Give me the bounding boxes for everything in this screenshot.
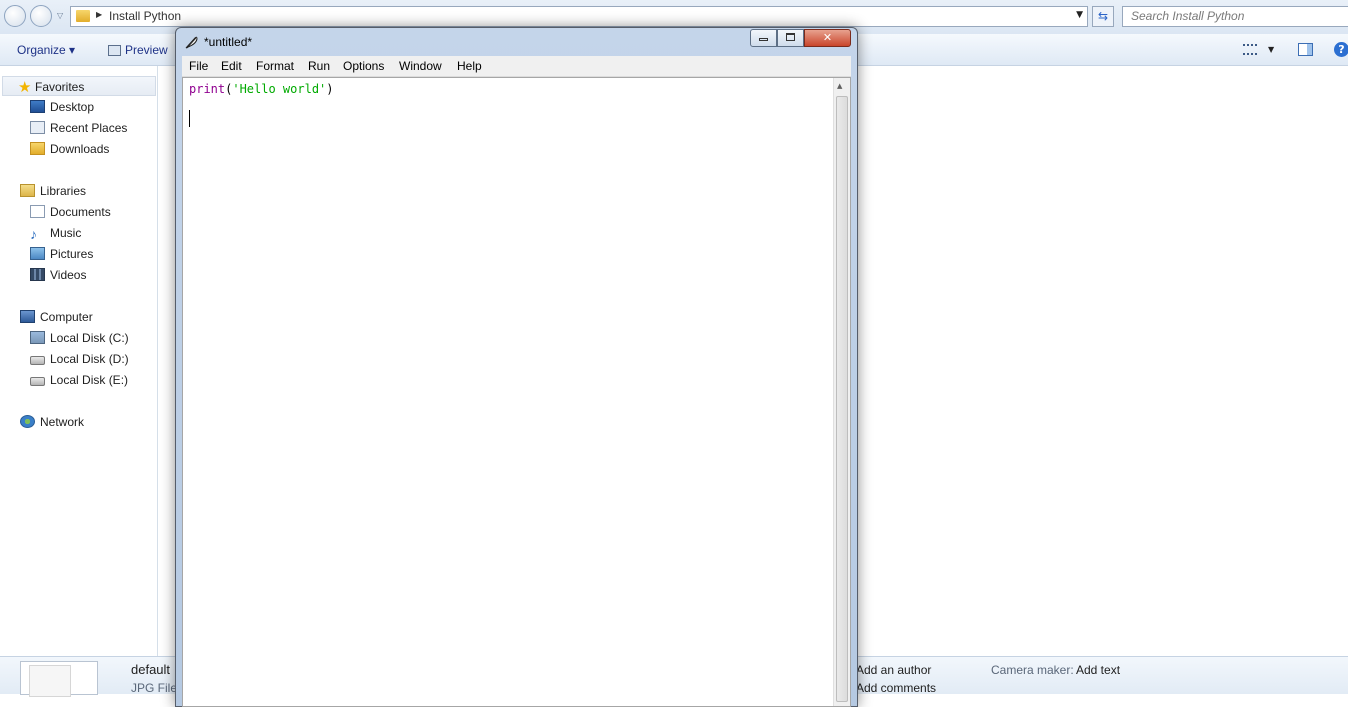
menu-options[interactable]: Options [343,59,384,73]
nav-disk-d[interactable]: Local Disk (D:) [30,352,129,366]
breadcrumb-arrow-icon[interactable]: ▶ [96,10,102,19]
nav-label: Music [50,226,82,240]
nav-disk-c[interactable]: Local Disk (C:) [30,331,129,345]
nav-recent-places[interactable]: Recent Places [30,121,127,135]
minimize-button[interactable] [750,29,777,47]
close-icon: ✕ [822,31,833,44]
preview-button[interactable]: Preview [108,43,168,57]
view-dropdown-icon[interactable]: ▼ [1268,45,1274,54]
nav-libraries[interactable]: Libraries [20,184,86,198]
back-button[interactable] [4,5,26,27]
details-author-field[interactable]: Add an author [856,663,931,677]
nav-label: Downloads [50,142,110,156]
details-camera-maker-field[interactable]: Add text [1076,663,1120,677]
idle-editor-window: *untitled* ✕ File Edit Format Run Option… [175,27,858,707]
code-line-1[interactable]: print('Hello world') [189,82,334,96]
nav-label: Local Disk (E:) [50,373,129,387]
close-button[interactable]: ✕ [804,29,851,47]
libraries-icon [20,184,35,197]
organize-label: Organize [17,43,66,57]
menu-edit[interactable]: Edit [221,59,242,73]
nav-computer[interactable]: Computer [20,310,93,324]
downloads-folder-icon [30,142,45,155]
code-close-paren: ) [326,82,334,96]
menu-help[interactable]: Help [457,59,482,73]
pictures-icon [30,247,45,260]
nav-label: Recent Places [50,121,128,135]
nav-label: Libraries [40,184,87,198]
menu-format[interactable]: Format [256,59,294,73]
nav-label: Favorites [35,80,85,94]
forward-button[interactable] [30,5,52,27]
details-comments-field[interactable]: Add comments [856,681,936,695]
recent-places-icon [30,121,45,134]
menu-run[interactable]: Run [308,59,330,73]
disk-icon [30,377,45,386]
vertical-scrollbar[interactable]: ▲ [833,78,850,706]
videos-icon [30,268,45,281]
nav-documents[interactable]: Documents [30,205,111,219]
maximize-icon [786,33,795,41]
idle-feather-icon [185,36,198,49]
desktop-icon [30,100,45,113]
nav-downloads[interactable]: Downloads [30,142,109,156]
menu-file[interactable]: File [189,59,208,73]
preview-pane-icon[interactable] [1298,43,1313,56]
nav-label: Local Disk (C:) [50,331,129,345]
navigation-pane: ★ Favorites Desktop Recent Places Downloa… [0,66,158,656]
nav-disk-e[interactable]: Local Disk (E:) [30,373,128,387]
documents-icon [30,205,45,218]
disk-icon [30,356,45,365]
scrollbar-thumb[interactable] [836,96,848,702]
organize-button[interactable]: Organize ▾ [17,43,75,57]
menu-window[interactable]: Window [399,59,442,73]
nav-label: Network [40,415,85,429]
star-icon: ★ [18,79,32,96]
scroll-up-icon[interactable]: ▲ [837,82,842,90]
nav-label: Videos [50,268,87,282]
window-title: *untitled* [204,35,253,49]
nav-music[interactable]: ♪ Music [30,226,82,242]
nav-label: Documents [50,205,111,219]
address-dropdown-icon[interactable]: ▼ [1076,10,1083,20]
code-editor[interactable]: print('Hello world') ▲ [182,77,851,707]
nav-network[interactable]: Network [20,415,84,429]
details-camera-maker-label: Camera maker: [991,663,1074,677]
system-disk-icon [30,331,45,344]
network-icon [20,415,35,428]
nav-videos[interactable]: Videos [30,268,86,282]
nav-label: Pictures [50,247,94,261]
menu-bar: File Edit Format Run Options Window Help [182,56,851,77]
minimize-icon [759,38,768,41]
nav-pictures[interactable]: Pictures [30,247,93,261]
nav-label: Computer [40,310,93,324]
nav-desktop[interactable]: Desktop [30,100,94,114]
computer-icon [20,310,35,323]
search-input[interactable]: Search Install Python [1122,6,1348,27]
music-note-icon: ♪ [30,226,37,242]
preview-icon [108,45,121,56]
nav-label: Desktop [50,100,95,114]
text-cursor [189,110,190,127]
recent-pages-dropdown[interactable]: ▽ [57,11,63,20]
file-thumbnail [20,661,98,697]
folder-icon [76,10,90,22]
code-keyword: print [189,82,226,96]
refresh-button[interactable]: ⇆ [1092,6,1114,27]
code-string: 'Hello world' [232,82,327,96]
nav-label: Local Disk (D:) [50,352,129,366]
nav-favorites[interactable]: ★ Favorites [18,78,84,96]
address-bar[interactable]: ▶ Install Python ▼ [70,6,1088,27]
help-icon[interactable]: ? [1334,42,1348,57]
address-path[interactable]: Install Python [109,9,181,23]
maximize-button[interactable] [777,29,804,47]
details-file-name: default [131,662,171,677]
details-file-type: JPG File [131,681,178,695]
change-view-icon[interactable] [1243,44,1257,55]
preview-label: Preview [125,43,168,57]
